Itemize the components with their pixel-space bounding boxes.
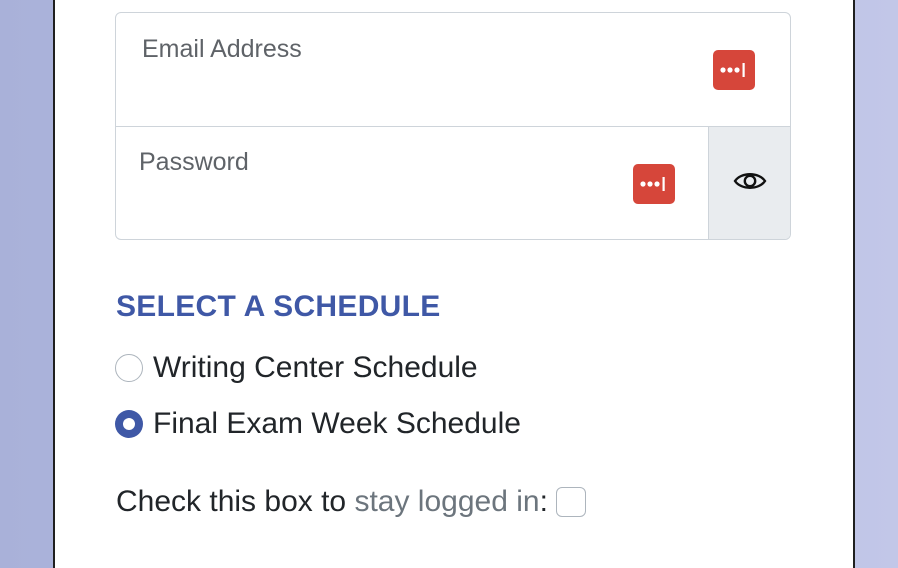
radio-option-final-exam[interactable]: Final Exam Week Schedule — [115, 407, 521, 441]
stay-logged-in-text: stay logged in — [354, 485, 540, 518]
password-manager-icon[interactable] — [713, 50, 755, 90]
radio-label: Final Exam Week Schedule — [153, 407, 521, 440]
schedule-heading: SELECT A SCHEDULE — [116, 290, 441, 323]
stay-logged-in-prefix: Check this box to — [116, 485, 355, 518]
stay-logged-in-colon: : — [539, 485, 548, 518]
radio-label: Writing Center Schedule — [153, 351, 478, 384]
credentials-group: Email Address Password — [115, 12, 791, 240]
eye-icon — [733, 170, 767, 197]
password-label: Password — [139, 148, 249, 176]
stay-logged-in-row: Check this box to stay logged in : — [116, 485, 586, 519]
email-label: Email Address — [142, 35, 302, 63]
password-field[interactable]: Password — [116, 127, 790, 239]
radio-option-writing-center[interactable]: Writing Center Schedule — [115, 351, 478, 385]
password-manager-icon[interactable] — [633, 164, 675, 204]
radio-button-selected[interactable] — [115, 410, 143, 438]
email-field[interactable]: Email Address — [116, 13, 790, 127]
radio-button[interactable] — [115, 354, 143, 382]
show-password-button[interactable] — [708, 127, 790, 239]
stay-logged-in-checkbox[interactable] — [555, 487, 586, 517]
